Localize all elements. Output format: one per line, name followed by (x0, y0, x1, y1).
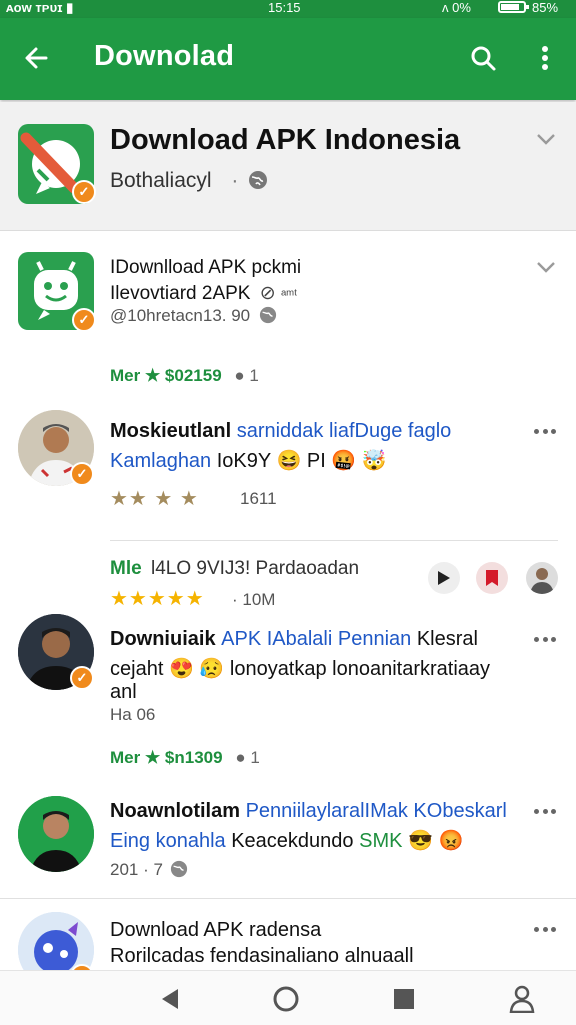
post-author-blue: PenniilaylaralIMak KObeskarl (245, 800, 507, 822)
post-text-green: SMK (359, 830, 403, 852)
post-price: Mer ★ $02159 ● 1 (110, 366, 259, 386)
post-price-text: Mer ★ $02159 (110, 366, 222, 385)
verified-badge-icon: ✓ (72, 308, 96, 332)
more-options-icon[interactable] (534, 424, 556, 438)
search-icon[interactable] (465, 40, 501, 76)
post-text: Rorilcadas fendasinaliano alnuaall (110, 945, 414, 967)
post-author-blue: sarniddak liafDuge faglo (236, 420, 452, 442)
post-author-tail: Klesral (416, 628, 478, 650)
post-meta-text: 201 · 7 (110, 860, 163, 879)
battery-level: 85% (532, 0, 559, 15)
user-thumb-icon[interactable] (526, 562, 558, 594)
post-author-name: Noawnlotilam (110, 800, 241, 822)
media-text: l4LO 9VIJ3! Pardaoadan (150, 558, 360, 579)
emoji-icon: 🤯 (361, 450, 387, 472)
post-meta: Ha 06 (110, 705, 156, 724)
post-text-main: IoK9Y (216, 450, 271, 472)
nav-home-icon[interactable] (270, 983, 302, 1015)
more-vert-icon[interactable] (530, 40, 560, 76)
comment-count: 1 (250, 748, 260, 767)
divider (0, 898, 576, 899)
post-app-icon[interactable]: ✓ (18, 252, 96, 332)
post-subtitle-extra: ᵃᵐᵗ (280, 286, 298, 302)
comment-icon: ● (234, 366, 245, 385)
post-text-main: cejaht (110, 658, 164, 680)
nav-recents-icon[interactable] (388, 983, 420, 1015)
post-title[interactable]: IDownlload APK pckmi (110, 257, 301, 279)
separator: · (231, 169, 239, 192)
globe-icon (248, 170, 268, 196)
post-text-rest: lonoyatkap lonoanitarkratiaay (229, 658, 491, 680)
rating-stars: ★★★★★ (110, 588, 205, 610)
comment-count: 1 (249, 366, 259, 385)
rating-count: 1611 (240, 489, 277, 508)
globe-icon (259, 306, 277, 329)
back-arrow-icon[interactable] (18, 40, 54, 76)
emoji-icon: 🤬 (331, 450, 357, 472)
channel-subtitle-text: Bothaliacyl (110, 169, 212, 192)
emoji-icon: 😎 (408, 830, 433, 852)
nav-profile-icon[interactable] (506, 983, 538, 1015)
post-text-line3: anl (110, 681, 137, 703)
link-icon: ⊘ (259, 283, 276, 304)
chevron-down-icon[interactable] (536, 132, 556, 151)
globe-icon (170, 860, 188, 883)
post-text-extra: PI (306, 450, 326, 472)
post-text-blue: Kamlaghan (110, 450, 212, 472)
status-time: 15:15 (268, 0, 301, 15)
post-subtitle: Ilevovtiard 2APK ⊘ ᵃᵐᵗ (110, 282, 297, 305)
app-bar-title: Downolad (94, 40, 235, 72)
post-meta: @10hretacn13. 90 (110, 306, 277, 329)
chevron-down-icon[interactable] (536, 260, 556, 279)
post-price-text: Mer ★ $n1309 (110, 748, 223, 767)
verified-badge-icon: ✓ (70, 462, 94, 486)
post-text-main: Keacekdundo (231, 830, 354, 852)
post-text: Eing konahla Keacekdundo SMK 😎 😡 (110, 828, 463, 853)
app-logo: ✓ (18, 124, 96, 204)
more-options-icon[interactable] (534, 632, 556, 646)
app-bar: Downolad (0, 18, 576, 100)
channel-subtitle: Bothaliacyl · (110, 169, 268, 196)
post-title[interactable]: Download APK radensa (110, 919, 321, 942)
rating-stars: ★★ ★ ★ (110, 488, 199, 510)
emoji-icon: 😥 (199, 658, 225, 680)
verified-badge-icon: ✓ (70, 666, 94, 690)
post-subtitle-text: Ilevovtiard 2APK (110, 283, 251, 304)
emoji-icon: 😡 (438, 830, 464, 852)
post-text-blue: Eing konahla (110, 830, 226, 852)
post-author-name: Moskieutlanl (110, 420, 232, 442)
divider (110, 540, 558, 541)
post-author-name: Downiuiaik (110, 628, 216, 650)
post-author-blue: APK IAbalali Pennian (221, 628, 412, 650)
emoji-icon: 😆 (276, 450, 302, 472)
verified-badge-icon: ✓ (72, 180, 96, 204)
avatar[interactable] (18, 796, 94, 872)
channel-header[interactable]: ✓ Download APK Indonesia Bothaliacyl · (0, 102, 576, 231)
emoji-icon: 😍 (168, 658, 194, 680)
channel-title: Download APK Indonesia (110, 124, 461, 156)
post-price: Mer ★ $n1309 ● 1 (110, 748, 260, 768)
more-options-icon[interactable] (534, 804, 556, 818)
navigation-bar (0, 970, 576, 1025)
post-meta-text: @10hretacn13. 90 (110, 306, 251, 325)
post-meta: 201 · 7 (110, 860, 188, 883)
post-author[interactable]: Moskieutlanl sarniddak liafDuge faglo (110, 420, 451, 443)
status-signal: ᴧ 0% (442, 0, 471, 15)
nav-back-icon[interactable] (154, 983, 186, 1015)
status-bar: ᴀᴏᴡ ᴛᴘᴜɪ ▮ 15:15 ᴧ 0% 85% (0, 0, 576, 18)
post-author[interactable]: Downiuiaik APK IAbalali Pennian Klesral (110, 628, 478, 651)
play-icon[interactable] (428, 562, 460, 594)
battery-icon (498, 0, 530, 17)
post-text: cejaht 😍 😥 lonoyatkap lonoanitarkratiaay (110, 656, 490, 681)
post-text: Kamlaghan IoK9Y 😆 PI 🤬 🤯 (110, 448, 387, 473)
media-row: Mle l4LO 9VIJ3! Pardaoadan (110, 558, 359, 580)
post-author[interactable]: Noawnlotilam PenniilaylaralIMak KObeskar… (110, 800, 507, 823)
more-options-icon[interactable] (534, 922, 556, 936)
status-left: ᴀᴏᴡ ᴛᴘᴜɪ ▮ (6, 0, 74, 15)
rating-count: · 10M (232, 590, 276, 609)
media-label: Mle (110, 558, 142, 579)
bookmark-icon[interactable] (476, 562, 508, 594)
comment-icon: ● (235, 748, 246, 767)
